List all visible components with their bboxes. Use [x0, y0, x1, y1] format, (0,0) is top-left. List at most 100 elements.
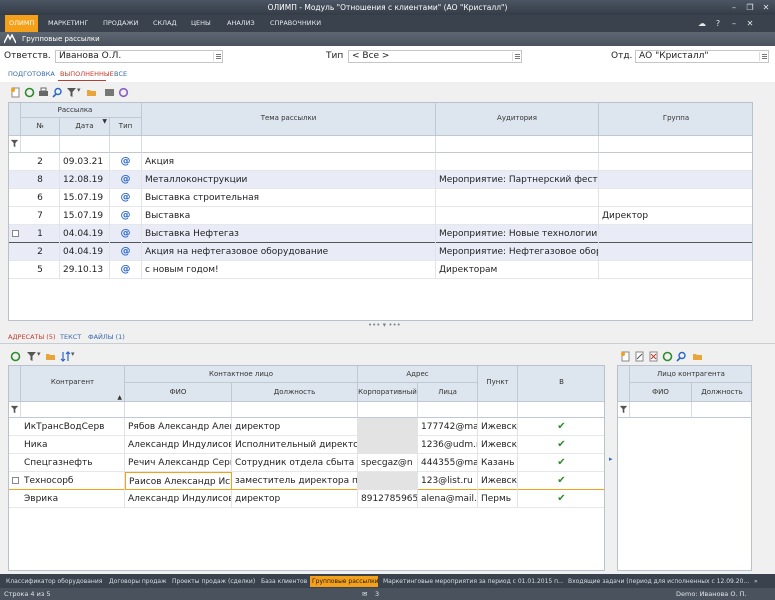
tab-recipients[interactable]: АДРЕСАТЫ (5): [8, 333, 56, 341]
maximize-button[interactable]: ❐: [742, 0, 758, 15]
new-document-icon[interactable]: [10, 87, 21, 98]
filter-sent[interactable]: [518, 402, 604, 418]
filter-icon[interactable]: [66, 87, 77, 98]
filter-audience[interactable]: [436, 136, 599, 153]
type-field[interactable]: < Все >: [348, 50, 522, 63]
edit-document-icon[interactable]: [634, 351, 645, 362]
menu-prices[interactable]: ЦЕНЫ: [191, 15, 211, 32]
table-row[interactable]: 7 15.07.19 @ Выставка Директор: [9, 207, 752, 225]
menu-sales[interactable]: ПРОДАЖИ: [103, 15, 138, 32]
table-row-selected[interactable]: Техносорб Раисов Александр Иск заместите…: [9, 472, 604, 490]
tab-files[interactable]: ФАЙЛЫ (1): [88, 333, 125, 341]
col-city[interactable]: Пункт: [478, 366, 518, 402]
mail-icon[interactable]: ✉: [362, 588, 367, 600]
chevron-down-icon[interactable]: ▾: [37, 350, 41, 358]
filter-icon[interactable]: [10, 139, 19, 148]
new-document-icon[interactable]: [620, 351, 631, 362]
sync-icon[interactable]: [118, 87, 129, 98]
menu-icon[interactable]: [213, 52, 221, 61]
col-topic[interactable]: Тема рассылки: [142, 103, 436, 136]
help-icon[interactable]: ?: [711, 15, 725, 32]
print-icon[interactable]: [38, 87, 49, 98]
table-row[interactable]: Эврика Александр Индулисови директор 891…: [9, 490, 604, 508]
table-row[interactable]: Спецгазнефть Речич Александр Серг Сотруд…: [9, 454, 604, 472]
tab-all[interactable]: ВСЕ: [114, 70, 127, 78]
task-incoming-tasks[interactable]: Входящие задачи (период для исполненных …: [566, 576, 749, 587]
table-row[interactable]: Ника Александр Индулисови Исполнительный…: [9, 436, 604, 454]
menu-icon[interactable]: [512, 52, 520, 61]
col-number[interactable]: №: [21, 118, 60, 136]
col-sent[interactable]: В: [518, 366, 604, 402]
splitter-handle-icon[interactable]: ••• ▾ •••: [368, 321, 401, 329]
col-audience[interactable]: Аудитория: [436, 103, 599, 136]
task-group-mailings[interactable]: Групповые рассылки: [310, 576, 378, 587]
menu-analysis[interactable]: АНАЛИЗ: [227, 15, 255, 32]
table-row[interactable]: 6 15.07.19 @ Выставка строительная: [9, 189, 752, 207]
filter-group[interactable]: [599, 136, 752, 153]
filter-contact-position[interactable]: [692, 402, 751, 418]
task-client-base[interactable]: База клиентов: [259, 576, 307, 587]
refresh-icon[interactable]: [662, 351, 673, 362]
table-row[interactable]: 8 12.08.19 @ Металлоконструкции Мероприя…: [9, 171, 752, 189]
table-row[interactable]: 5 29.10.13 @ с новым годом! Директорам: [9, 261, 752, 279]
filter-corporate[interactable]: [358, 402, 418, 418]
close-window-button[interactable]: ✕: [758, 0, 774, 15]
close-module-button[interactable]: ✕: [743, 15, 757, 32]
task-sales-projects[interactable]: Проекты продаж (сделки): [170, 576, 256, 587]
task-equipment-classifier[interactable]: Классификатор оборудования: [4, 576, 104, 587]
table-row-selected[interactable]: 1 04.04.19 @ Выставка Нефтегаз Мероприят…: [9, 225, 752, 243]
filter-personal[interactable]: [418, 402, 478, 418]
task-sales-contracts[interactable]: Договоры продаж: [107, 576, 167, 587]
refresh-icon[interactable]: [10, 351, 21, 362]
col-group[interactable]: Группа: [599, 103, 752, 136]
filter-contact-fio[interactable]: [630, 402, 692, 418]
folder-icon[interactable]: [45, 351, 56, 362]
filter-icon[interactable]: [26, 351, 37, 362]
tab-text[interactable]: ТЕКСТ: [60, 333, 81, 341]
minimize-button[interactable]: –: [726, 0, 742, 15]
chevron-right-icon[interactable]: »: [752, 576, 772, 587]
filter-topic[interactable]: [142, 136, 436, 153]
chevron-down-icon[interactable]: ▾: [71, 350, 75, 358]
expand-right-icon[interactable]: ▸: [609, 455, 613, 463]
tab-preparation[interactable]: ПОДГОТОВКА: [8, 70, 55, 78]
menu-icon[interactable]: [759, 52, 767, 61]
tab-completed[interactable]: ВЫПОЛНЕННЫЕ: [60, 70, 114, 78]
col-corporate[interactable]: Корпоративный: [358, 383, 418, 402]
col-company[interactable]: Контрагент ▲: [21, 366, 125, 402]
col-contact-position[interactable]: Должность: [692, 383, 751, 402]
col-date[interactable]: Дата ▼: [60, 118, 110, 136]
folder-icon[interactable]: [86, 87, 97, 98]
col-fio[interactable]: ФИО: [125, 383, 232, 402]
menu-marketing[interactable]: МАРКЕТИНГ: [48, 15, 88, 32]
folder-icon[interactable]: [692, 351, 703, 362]
filter-city[interactable]: [478, 402, 518, 418]
menu-warehouse[interactable]: СКЛАД: [153, 15, 177, 32]
vertical-splitter[interactable]: ▸: [608, 365, 616, 571]
row-checkbox[interactable]: [12, 230, 19, 237]
col-personal[interactable]: Лица: [418, 383, 478, 402]
search-icon[interactable]: [52, 87, 63, 98]
col-type[interactable]: Тип: [110, 118, 142, 136]
dept-field[interactable]: АО "Кристалл": [635, 50, 769, 63]
cloud-icon[interactable]: ☁: [695, 15, 709, 32]
sort-icon[interactable]: [60, 351, 71, 362]
delete-document-icon[interactable]: [648, 351, 659, 362]
table-row[interactable]: ИкТрансВодСерв Рябов Александр Алек дире…: [9, 418, 604, 436]
filter-type[interactable]: [110, 136, 142, 153]
menu-olimp[interactable]: ОЛИМП: [5, 15, 39, 32]
refresh-icon[interactable]: [24, 87, 35, 98]
row-checkbox[interactable]: [12, 477, 19, 484]
filter-fio[interactable]: [125, 402, 232, 418]
filter-icon[interactable]: [10, 405, 19, 414]
filter-icon[interactable]: [619, 405, 628, 414]
col-contact-fio[interactable]: ФИО: [630, 383, 692, 402]
archive-icon[interactable]: [104, 87, 115, 98]
panel-splitter[interactable]: ••• ▾ •••: [0, 321, 775, 329]
filter-number[interactable]: [21, 136, 60, 153]
table-row[interactable]: 2 09.03.21 @ Акция: [9, 153, 752, 171]
task-marketing-events[interactable]: Маркетинговые мероприятия за период с 01…: [381, 576, 563, 587]
responsible-field[interactable]: Иванова О.Л.: [55, 50, 223, 63]
filter-company[interactable]: [21, 402, 125, 418]
minimize-module-button[interactable]: –: [727, 15, 741, 32]
